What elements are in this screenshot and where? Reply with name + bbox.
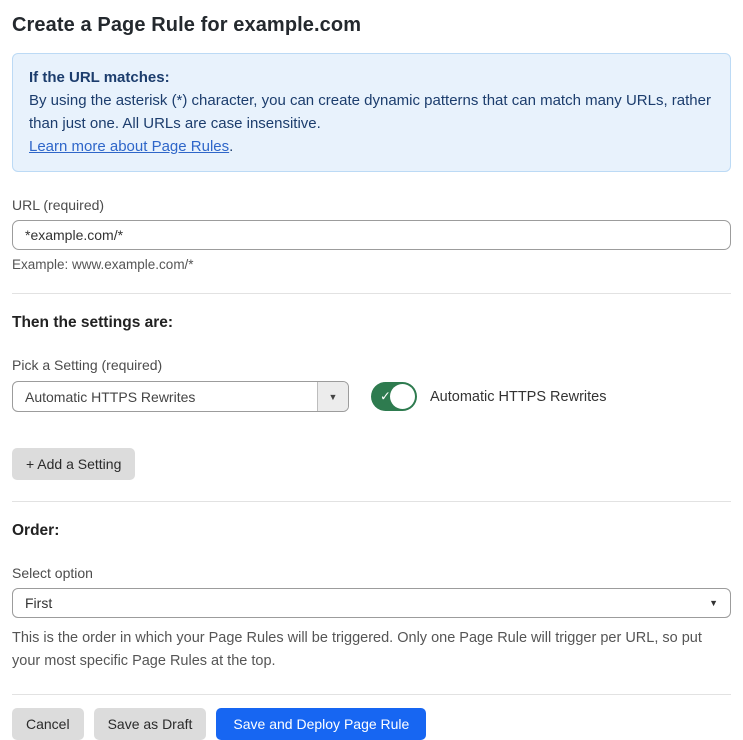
order-select[interactable]: First ▼ xyxy=(12,588,731,618)
setting-dropdown-button[interactable]: ▼ xyxy=(317,382,348,411)
footer-actions: Cancel Save as Draft Save and Deploy Pag… xyxy=(12,708,731,740)
pick-setting-label: Pick a Setting (required) xyxy=(12,357,163,373)
setting-row: Automatic HTTPS Rewrites ▼ ✓ Automatic H… xyxy=(12,381,731,412)
chevron-down-icon: ▼ xyxy=(709,598,718,608)
page-title: Create a Page Rule for example.com xyxy=(12,14,362,36)
settings-section-heading: Then the settings are: xyxy=(12,314,174,331)
order-select-value: First xyxy=(25,595,53,611)
url-field-label: URL (required) xyxy=(12,197,105,213)
create-page-rule-form: Create a Page Rule for example.com If th… xyxy=(0,0,743,740)
toggle-label: Automatic HTTPS Rewrites xyxy=(430,388,607,405)
chevron-down-icon: ▼ xyxy=(328,391,338,402)
save-as-draft-button[interactable]: Save as Draft xyxy=(93,708,207,740)
order-section-heading: Order: xyxy=(12,522,60,539)
learn-more-link[interactable]: Learn more about Page Rules xyxy=(29,138,229,155)
order-select-label: Select option xyxy=(12,565,93,581)
url-matches-info-box: If the URL matches: By using the asteris… xyxy=(12,53,731,172)
info-box-body-text: By using the asterisk (*) character, you… xyxy=(29,92,711,132)
info-box-body: By using the asterisk (*) character, you… xyxy=(29,89,714,158)
divider xyxy=(12,694,731,695)
setting-dropdown-value: Automatic HTTPS Rewrites xyxy=(25,388,196,405)
cancel-button[interactable]: Cancel xyxy=(12,708,84,740)
https-rewrites-toggle[interactable]: ✓ xyxy=(371,382,417,411)
url-example-helper: Example: www.example.com/* xyxy=(12,257,194,272)
divider xyxy=(12,293,731,294)
url-input[interactable] xyxy=(12,220,731,250)
setting-dropdown[interactable]: Automatic HTTPS Rewrites ▼ xyxy=(12,381,349,412)
add-setting-button[interactable]: + Add a Setting xyxy=(12,448,136,480)
toggle-knob xyxy=(390,384,415,409)
order-description: This is the order in which your Page Rul… xyxy=(12,630,702,669)
info-box-heading: If the URL matches: xyxy=(29,69,170,86)
save-and-deploy-button[interactable]: Save and Deploy Page Rule xyxy=(216,708,427,740)
link-suffix: . xyxy=(229,138,234,155)
divider xyxy=(12,501,731,502)
